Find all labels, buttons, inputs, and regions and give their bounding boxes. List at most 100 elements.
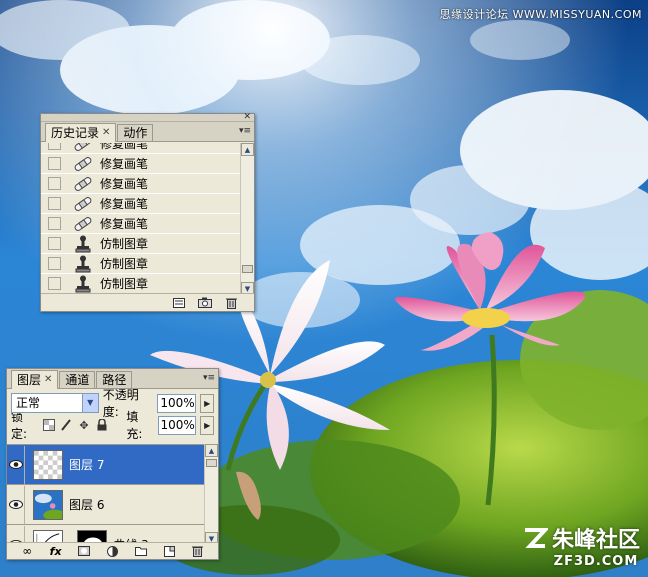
history-state-label: 修复画笔 bbox=[100, 157, 149, 171]
scroll-up-icon[interactable]: ▲ bbox=[241, 143, 254, 156]
scroll-thumb[interactable] bbox=[206, 459, 217, 467]
layers-tabs: 图层 ✕ 通道 路径 ▾≡ bbox=[7, 369, 218, 389]
layer-options: 正常 ▼ 不透明度: 100% ▶ 锁定: ✥ 填充: 100% ▶ bbox=[7, 388, 218, 441]
chevron-down-icon[interactable]: ▼ bbox=[81, 394, 98, 412]
history-state-label: 修复画笔 bbox=[100, 197, 149, 211]
blend-mode-select[interactable]: 正常 ▼ bbox=[11, 393, 99, 413]
clone-stamp-icon bbox=[73, 255, 93, 273]
tab-close-icon[interactable]: ✕ bbox=[44, 372, 52, 388]
tab-paths[interactable]: 路径 bbox=[96, 371, 133, 388]
lock-pixels-icon[interactable] bbox=[60, 418, 74, 432]
healing-brush-icon bbox=[73, 155, 93, 173]
layer-row[interactable]: 图层 7 bbox=[7, 445, 204, 485]
layer-thumbnail bbox=[33, 489, 63, 520]
clone-stamp-icon bbox=[73, 235, 93, 253]
adjustment-layer-icon[interactable] bbox=[105, 545, 119, 557]
snapshot-source-checkbox[interactable] bbox=[48, 257, 61, 270]
panel-menu-icon[interactable]: ▾≡ bbox=[239, 126, 251, 136]
tab-channels-label: 通道 bbox=[65, 373, 90, 387]
history-scrollbar[interactable]: ▲ ▼ bbox=[240, 143, 254, 295]
history-state-label: 仿制图章 bbox=[100, 237, 149, 251]
tab-actions-label: 动作 bbox=[123, 126, 148, 140]
snapshot-source-checkbox[interactable] bbox=[48, 143, 61, 150]
history-tabs: 历史记录 ✕ 动作 ▾≡ bbox=[41, 122, 254, 142]
tab-history[interactable]: 历史记录 ✕ bbox=[45, 123, 117, 142]
eye-icon[interactable] bbox=[7, 445, 25, 484]
delete-layer-icon[interactable] bbox=[191, 545, 205, 557]
history-state-row[interactable]: 仿制图章 bbox=[41, 234, 240, 254]
history-panel: ✕ 历史记录 ✕ 动作 ▾≡ 修复画笔 修复画笔 修复画笔 修复画笔 修复画笔 仿制图章仿… bbox=[40, 112, 255, 312]
lock-all-icon[interactable] bbox=[95, 418, 109, 432]
fill-field[interactable]: 100% bbox=[157, 415, 197, 435]
tab-close-icon[interactable]: ✕ bbox=[102, 125, 110, 141]
watermark-brand: 朱峰社区 bbox=[551, 528, 640, 553]
add-mask-icon[interactable] bbox=[77, 545, 91, 557]
panel-grip[interactable]: ✕ bbox=[41, 112, 254, 122]
snapshot-source-checkbox[interactable] bbox=[48, 217, 61, 230]
layer-name: 图层 6 bbox=[69, 498, 105, 512]
opacity-field[interactable]: 100% bbox=[157, 393, 197, 413]
lock-transparency-icon[interactable] bbox=[42, 418, 56, 432]
new-layer-icon[interactable] bbox=[162, 545, 176, 557]
watermark-bottom: 朱峰社区 ZF3D.COM bbox=[522, 522, 640, 569]
link-layers-icon[interactable]: ∞ bbox=[20, 544, 34, 558]
tab-history-label: 历史记录 bbox=[51, 126, 100, 140]
layer-row[interactable]: 图层 6 bbox=[7, 485, 204, 525]
history-state-row[interactable]: 修复画笔 bbox=[41, 154, 240, 174]
healing-brush-icon bbox=[73, 195, 93, 213]
blend-row: 正常 ▼ 不透明度: 100% ▶ bbox=[11, 388, 215, 419]
layer-list: 图层 7 图层 6 ∞ bbox=[7, 444, 204, 545]
snapshot-source-checkbox[interactable] bbox=[48, 277, 61, 290]
history-state-row[interactable]: 修复画笔 bbox=[41, 194, 240, 214]
healing-brush-icon bbox=[73, 215, 93, 233]
history-state-label: 修复画笔 bbox=[100, 143, 149, 151]
fill-slider-button[interactable]: ▶ bbox=[200, 415, 214, 435]
tab-layers[interactable]: 图层 ✕ bbox=[11, 370, 59, 389]
tab-actions[interactable]: 动作 bbox=[117, 124, 154, 141]
new-snapshot-icon[interactable] bbox=[198, 297, 212, 309]
history-state-row[interactable]: 仿制图章 bbox=[41, 254, 240, 274]
layer-thumbnail bbox=[33, 449, 63, 480]
blend-mode-value: 正常 bbox=[16, 396, 41, 410]
history-state-row[interactable]: 修复画笔 bbox=[41, 143, 240, 154]
eye-icon[interactable] bbox=[7, 485, 25, 524]
history-state-label: 仿制图章 bbox=[100, 277, 149, 291]
fill-label: 填充: bbox=[126, 410, 143, 441]
snapshot-source-checkbox[interactable] bbox=[48, 197, 61, 210]
history-state-label: 修复画笔 bbox=[100, 177, 149, 191]
layers-bottom-bar: ∞ fx bbox=[7, 542, 218, 559]
history-list: 修复画笔 修复画笔 修复画笔 修复画笔 修复画笔 仿制图章 仿制图章 仿制图章 bbox=[41, 143, 240, 295]
opacity-slider-button[interactable]: ▶ bbox=[200, 393, 215, 413]
panel-close-icon[interactable]: ✕ bbox=[243, 112, 251, 122]
clone-stamp-icon bbox=[73, 275, 93, 293]
snapshot-source-checkbox[interactable] bbox=[48, 237, 61, 250]
panel-menu-icon[interactable]: ▾≡ bbox=[203, 373, 215, 383]
fx-icon[interactable]: fx bbox=[49, 545, 63, 558]
lock-label: 锁定: bbox=[11, 410, 28, 441]
history-state-label: 仿制图章 bbox=[100, 257, 149, 271]
layers-panel: 图层 ✕ 通道 路径 ▾≡ 正常 ▼ 不透明度: 100% ▶ 锁定: ✥ 填充… bbox=[6, 368, 219, 560]
healing-brush-icon bbox=[73, 175, 93, 193]
delete-state-icon[interactable] bbox=[224, 297, 238, 309]
lock-position-icon[interactable]: ✥ bbox=[77, 418, 91, 432]
scroll-up-icon[interactable]: ▲ bbox=[205, 444, 218, 457]
layers-scrollbar[interactable]: ▲ ▼ bbox=[204, 444, 218, 545]
snapshot-source-checkbox[interactable] bbox=[48, 177, 61, 190]
healing-brush-icon bbox=[73, 143, 93, 153]
scroll-thumb[interactable] bbox=[242, 265, 253, 273]
zf3d-logo-icon bbox=[524, 528, 548, 548]
layer-name: 图层 7 bbox=[69, 458, 105, 472]
new-document-from-state-icon[interactable] bbox=[172, 297, 186, 309]
history-state-row[interactable]: 修复画笔 bbox=[41, 214, 240, 234]
tab-layers-label: 图层 bbox=[17, 373, 42, 387]
history-bottom-bar bbox=[41, 293, 254, 311]
history-state-row[interactable]: 修复画笔 bbox=[41, 174, 240, 194]
watermark-site: ZF3D.COM bbox=[553, 554, 639, 569]
tab-paths-label: 路径 bbox=[102, 373, 127, 387]
snapshot-source-checkbox[interactable] bbox=[48, 157, 61, 170]
history-state-label: 修复画笔 bbox=[100, 217, 149, 231]
tab-channels[interactable]: 通道 bbox=[59, 371, 96, 388]
watermark-top: 思缘设计论坛 WWW.MISSYUAN.COM bbox=[439, 8, 642, 21]
history-state-row[interactable]: 仿制图章 bbox=[41, 274, 240, 294]
new-group-icon[interactable] bbox=[134, 545, 148, 557]
